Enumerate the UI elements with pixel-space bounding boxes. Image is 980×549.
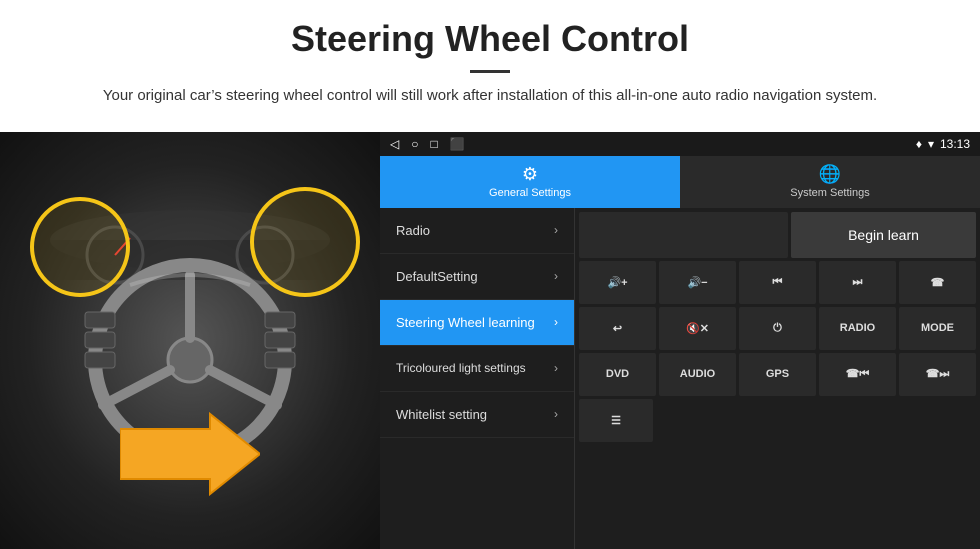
call-button[interactable]: ☎	[899, 261, 976, 304]
header-section: Steering Wheel Control Your original car…	[0, 0, 980, 118]
hang-up-button[interactable]: ↩	[579, 307, 656, 350]
tel-next-icon: ☎⏭	[926, 367, 950, 381]
menu-controls-area: Radio › DefaultSetting › Steering Wheel …	[380, 208, 980, 549]
right-controls-panel: Begin learn 🔊+ 🔊− ⏮	[575, 208, 980, 549]
title-divider	[470, 70, 510, 73]
menu-item-tricoloured[interactable]: Tricoloured light settings ›	[380, 346, 574, 392]
status-time: 13:13	[940, 137, 970, 151]
controls-row-3: ↩ 🔇✕ ⏻ RADIO MODE	[579, 307, 976, 350]
menu-item-whitelist[interactable]: Whitelist setting ›	[380, 392, 574, 438]
status-bar-right: ♦ ▾ 13:13	[916, 137, 970, 151]
dvd-button[interactable]: DVD	[579, 353, 656, 396]
list-icon: ☰	[611, 414, 621, 427]
page-title: Steering Wheel Control	[60, 18, 920, 60]
next-track-icon: ⏭	[853, 276, 863, 289]
radio-label: RADIO	[840, 322, 875, 334]
controls-row-4: DVD AUDIO GPS ☎⏮ ☎⏭	[579, 353, 976, 396]
subtitle: Your original car’s steering wheel contr…	[100, 85, 880, 108]
mute-button[interactable]: 🔇✕	[659, 307, 736, 350]
tab-bar: ⚙ General Settings 🌐 System Settings	[380, 156, 980, 208]
menu-item-defaultsetting[interactable]: DefaultSetting ›	[380, 254, 574, 300]
back-icon: ◁	[390, 137, 399, 151]
menu-item-radio[interactable]: Radio ›	[380, 208, 574, 254]
arrow-container	[120, 404, 260, 509]
chevron-icon: ›	[554, 269, 558, 283]
controls-row-5: ☰	[579, 399, 976, 442]
next-track-button[interactable]: ⏭	[819, 261, 896, 304]
power-icon: ⏻	[773, 322, 782, 335]
phone-icon: ☎	[931, 276, 945, 289]
status-bar-left: ◁ ○ □ ⬛	[390, 137, 465, 151]
controls-row-2: 🔊+ 🔊− ⏮ ⏭ ☎	[579, 261, 976, 304]
tel-next-button[interactable]: ☎⏭	[899, 353, 976, 396]
mute-icon: 🔇✕	[686, 322, 709, 335]
gps-label: GPS	[766, 368, 789, 380]
system-settings-icon: 🌐	[819, 164, 841, 185]
wifi-icon: ▾	[928, 137, 934, 151]
tab-general-label: General Settings	[489, 187, 571, 199]
tel-prev-button[interactable]: ☎⏮	[819, 353, 896, 396]
controls-row-1: Begin learn	[579, 212, 976, 258]
menu-item-steering[interactable]: Steering Wheel learning ›	[380, 300, 574, 346]
gps-button[interactable]: GPS	[739, 353, 816, 396]
screenshot-icon: ⬛	[450, 137, 465, 151]
dvd-label: DVD	[606, 368, 629, 380]
content-area: ◁ ○ □ ⬛ ♦ ▾ 13:13 ⚙ General Settings	[0, 132, 980, 549]
yellow-circle-left	[30, 197, 130, 297]
prev-track-icon: ⏮	[773, 276, 783, 289]
chevron-icon: ›	[554, 361, 558, 375]
list-button[interactable]: ☰	[579, 399, 653, 442]
volume-up-button[interactable]: 🔊+	[579, 261, 656, 304]
volume-down-button[interactable]: 🔊−	[659, 261, 736, 304]
tel-prev-icon: ☎⏮	[846, 367, 870, 381]
power-button[interactable]: ⏻	[739, 307, 816, 350]
audio-label: AUDIO	[680, 368, 715, 380]
chevron-icon: ›	[554, 315, 558, 329]
page-container: Steering Wheel Control Your original car…	[0, 0, 980, 549]
recents-icon: □	[430, 137, 437, 151]
audio-button[interactable]: AUDIO	[659, 353, 736, 396]
volume-up-icon: 🔊+	[607, 276, 627, 289]
prev-track-button[interactable]: ⏮	[739, 261, 816, 304]
android-ui-panel: ◁ ○ □ ⬛ ♦ ▾ 13:13 ⚙ General Settings	[380, 132, 980, 549]
empty-slot	[579, 212, 788, 258]
left-menu: Radio › DefaultSetting › Steering Wheel …	[380, 208, 575, 549]
car-image-panel	[0, 132, 380, 549]
tab-general[interactable]: ⚙ General Settings	[380, 156, 680, 208]
begin-learn-button[interactable]: Begin learn	[791, 212, 976, 258]
home-icon: ○	[411, 137, 418, 151]
volume-down-icon: 🔊−	[687, 276, 707, 289]
location-icon: ♦	[916, 137, 922, 151]
chevron-icon: ›	[554, 223, 558, 237]
mode-label: MODE	[921, 322, 954, 334]
tab-system[interactable]: 🌐 System Settings	[680, 156, 980, 208]
general-settings-icon: ⚙	[522, 164, 538, 185]
chevron-icon: ›	[554, 407, 558, 421]
yellow-circle-right	[250, 187, 360, 297]
hang-up-icon: ↩	[613, 322, 622, 335]
status-bar: ◁ ○ □ ⬛ ♦ ▾ 13:13	[380, 132, 980, 156]
tab-system-label: System Settings	[790, 187, 869, 199]
mode-button[interactable]: MODE	[899, 307, 976, 350]
radio-mode-button[interactable]: RADIO	[819, 307, 896, 350]
arrow-svg	[120, 404, 260, 504]
